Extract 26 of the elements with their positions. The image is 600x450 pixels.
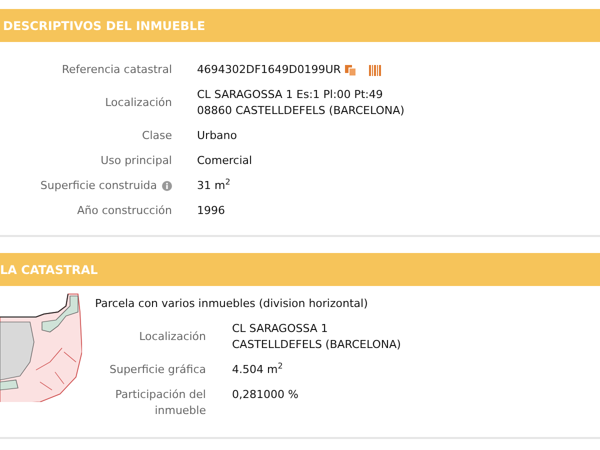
section-title: DESCRIPTIVOS DEL INMUEBLE xyxy=(3,18,206,32)
field-label: Participación del inmueble xyxy=(114,387,206,419)
field-value: CL SARAGOSSA 1 Es:1 Pl:00 Pt:49 xyxy=(197,87,383,103)
field-value: 1996 xyxy=(197,203,225,219)
field-label: Uso principal xyxy=(100,153,172,169)
field-label: Localización xyxy=(105,95,172,111)
field-label: Clase xyxy=(142,128,172,144)
parcel-note: Parcela con varios inmuebles (division horizontal) xyxy=(95,296,369,312)
copy-icon[interactable] xyxy=(344,64,356,76)
field-label: Año construcción xyxy=(77,203,172,219)
field-value: 31 m$^{2}$ xyxy=(197,178,230,194)
field-value: 0,281000 % xyxy=(232,387,298,403)
field-value: CL SARAGOSSA 1 xyxy=(232,321,328,337)
field-value: 4.504 m$^{2}$ xyxy=(232,362,283,378)
field-value: 4694302DF1649D0199UR xyxy=(197,62,341,78)
barcode-icon[interactable] xyxy=(368,64,381,76)
field-value: 08860 CASTELLDEFELS (BARCELONA) xyxy=(197,103,404,119)
field-label: Superficie construida xyxy=(40,178,157,194)
field-value: Comercial xyxy=(197,153,252,169)
section-title: LA CATASTRAL xyxy=(0,262,98,276)
info-icon[interactable] xyxy=(162,181,172,191)
field-value: Urbano xyxy=(197,128,237,144)
field-label: Referencia catastral xyxy=(62,62,172,78)
field-value: CASTELLDEFELS (BARCELONA) xyxy=(232,337,401,353)
field-label: Superficie gráfica xyxy=(110,362,206,378)
field-label: Localización xyxy=(139,329,206,345)
